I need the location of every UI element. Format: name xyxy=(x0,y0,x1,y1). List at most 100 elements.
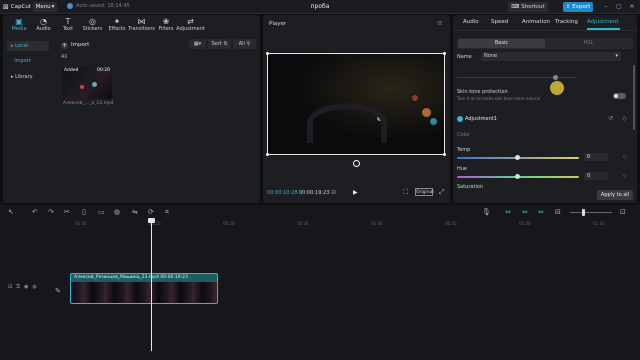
rotate-handle[interactable] xyxy=(353,160,360,167)
hue-knob[interactable] xyxy=(515,174,520,179)
resize-handle[interactable] xyxy=(443,153,446,156)
sidebar-item-import[interactable]: Import xyxy=(7,56,49,66)
video-clip[interactable]: Алексей_Рязанцев_Машина_23.mp4 00:00:19:… xyxy=(70,273,218,304)
filter-label: All xyxy=(238,41,245,47)
time-ruler[interactable]: 00:00 00:10 00:20 00:30 00:40 00:50 01:00 01:10 xyxy=(70,219,640,229)
resize-handle[interactable] xyxy=(266,52,269,55)
resize-handle[interactable] xyxy=(443,52,446,55)
intensity-knob[interactable] xyxy=(553,75,558,80)
temp-keyframe-icon[interactable]: ◇ xyxy=(623,154,627,160)
tab-animation[interactable]: Animation xyxy=(522,19,550,25)
bokeh-light xyxy=(92,82,97,87)
fullscreen-small-icon[interactable]: ⊞ xyxy=(331,189,336,196)
track-audio-icon[interactable]: ◍ xyxy=(32,284,36,292)
export-button[interactable]: ⇪ Export xyxy=(563,2,593,12)
tab-transitions[interactable]: ⋈ Transitions xyxy=(128,17,155,35)
skin-tone-toggle[interactable] xyxy=(613,93,626,99)
undo-icon[interactable]: ↶ xyxy=(32,208,38,216)
adjustment-checkbox[interactable] xyxy=(457,116,463,122)
cover-edit-icon[interactable]: ✎ xyxy=(55,287,61,295)
hue-keyframe-icon[interactable]: ◇ xyxy=(623,173,627,179)
name-select[interactable]: None ▾ xyxy=(481,52,621,61)
basic-hsl-switch: Basic HSL xyxy=(457,38,633,49)
tab-audio[interactable]: Audio xyxy=(463,19,479,25)
track-lock-icon[interactable]: ⊟ xyxy=(8,284,12,292)
tab-tracking[interactable]: Tracking xyxy=(555,19,578,25)
minimize-icon[interactable]: – xyxy=(601,2,611,12)
import-button[interactable]: + Import xyxy=(61,40,97,50)
split-icon[interactable]: ✂ xyxy=(64,208,70,216)
temp-knob[interactable] xyxy=(515,155,520,160)
effects-icon: ✦ xyxy=(113,17,121,26)
tab-speed[interactable]: Speed xyxy=(491,19,508,25)
shortcut-button[interactable]: ⌨ Shortcut xyxy=(508,2,548,12)
maximize-icon[interactable]: ▢ xyxy=(614,2,624,12)
tab-basic[interactable]: Basic xyxy=(458,39,545,48)
tab-media[interactable]: ▣ Media xyxy=(7,17,31,35)
menu-button[interactable]: Menu ▾ xyxy=(33,2,57,12)
microphone-icon[interactable]: 🎙 xyxy=(482,208,491,216)
panel-scrollbar[interactable] xyxy=(633,65,635,130)
delete-icon[interactable]: ▭ xyxy=(98,208,105,216)
sidebar-item-library[interactable]: ▸ Library xyxy=(7,72,49,82)
skin-tone-title: Skin tone protection xyxy=(457,89,508,95)
added-badge: Added xyxy=(64,68,79,73)
magnet-icon[interactable]: ⇔ xyxy=(522,208,528,216)
hamburger-icon[interactable]: ≡ xyxy=(437,19,443,27)
preview-axis-icon[interactable]: ⊟ xyxy=(555,208,561,216)
resize-handle[interactable] xyxy=(266,153,269,156)
intensity-track[interactable] xyxy=(457,77,577,78)
crop-icon[interactable]: ⌗ xyxy=(165,208,169,217)
tab-effects[interactable]: ✦ Effects xyxy=(105,17,129,35)
redo-icon[interactable]: ↷ xyxy=(48,208,54,216)
snap-icon[interactable]: ⇔ xyxy=(538,208,544,216)
filter-button[interactable]: All ⚲ xyxy=(233,39,256,49)
tab-audio[interactable]: ◔ Audio xyxy=(32,17,56,35)
temp-value[interactable]: 0 xyxy=(584,153,608,161)
audio-icon: ◔ xyxy=(40,17,47,26)
chevron-down-icon: ▾ xyxy=(615,53,618,59)
mirror-icon[interactable]: ⇋ xyxy=(132,208,138,216)
delete-left-icon[interactable]: ▯ xyxy=(82,208,86,216)
close-icon[interactable]: ✕ xyxy=(627,2,637,12)
tab-hsl[interactable]: HSL xyxy=(545,39,632,48)
crop-icon[interactable]: ⛶ xyxy=(403,188,408,197)
tab-adjustment[interactable]: ⇄ Adjustment xyxy=(176,17,205,35)
link-icon[interactable]: ⇔ xyxy=(505,208,511,216)
zoom-knob[interactable] xyxy=(582,209,585,216)
zoom-slider[interactable] xyxy=(570,212,612,213)
fit-icon[interactable]: ⊡ xyxy=(620,208,626,216)
sidebar-item-local[interactable]: ▸ Local xyxy=(7,41,49,51)
playhead[interactable] xyxy=(151,221,152,351)
cloud-icon xyxy=(67,3,73,9)
reset-icon[interactable]: ↺ xyxy=(608,115,613,122)
sort-button[interactable]: Sort ⇅ xyxy=(208,39,231,49)
track-visibility-icon[interactable]: ◉ xyxy=(24,284,28,292)
ruler-tick: 00:00 xyxy=(75,221,87,226)
shortcut-label: Shortcut xyxy=(521,4,545,10)
selection-box[interactable] xyxy=(266,52,446,156)
apply-to-all-button[interactable]: Apply to all xyxy=(597,190,633,200)
media-thumbnail[interactable]: Added 00:20 xyxy=(62,67,112,99)
rotate-icon[interactable]: ⟳ xyxy=(148,208,154,216)
select-tool-icon[interactable]: ↖ xyxy=(8,208,14,216)
freeze-icon[interactable]: ◍ xyxy=(114,208,120,216)
tab-text[interactable]: T Text xyxy=(56,17,80,35)
autosave-status: Auto saved: 18:14:45 xyxy=(67,3,130,9)
project-title[interactable]: проба xyxy=(290,3,350,10)
hue-value[interactable]: 0 xyxy=(584,172,608,180)
tab-filters[interactable]: ❀ Filters xyxy=(154,17,178,35)
timeline-panel: ↖ ↶ ↷ ✂ ▯ ▭ ◍ ⇋ ⟳ ⌗ 🎙 ⇔ ⇔ ⇔ ⊟ ⊡ 00:00 00:… xyxy=(0,205,640,360)
track-lock-icon[interactable]: ⚿ xyxy=(16,284,20,292)
tab-stickers[interactable]: ◎ Stickers xyxy=(81,17,105,35)
play-icon[interactable]: ▶ xyxy=(353,189,358,196)
keyframe-icon[interactable]: ◇ xyxy=(622,115,627,122)
tab-label: Adjustment xyxy=(176,26,205,32)
ratio-button[interactable]: Original xyxy=(415,188,434,196)
tab-adjustment[interactable]: Adjustment xyxy=(587,19,619,25)
fullscreen-icon[interactable]: ⤢ xyxy=(439,188,445,197)
view-toggle-button[interactable]: ▦▾ xyxy=(189,39,206,49)
tab-label: Audio xyxy=(36,26,51,32)
sort-icon: ⇅ xyxy=(223,41,228,47)
color-group-label: Color xyxy=(457,132,471,138)
